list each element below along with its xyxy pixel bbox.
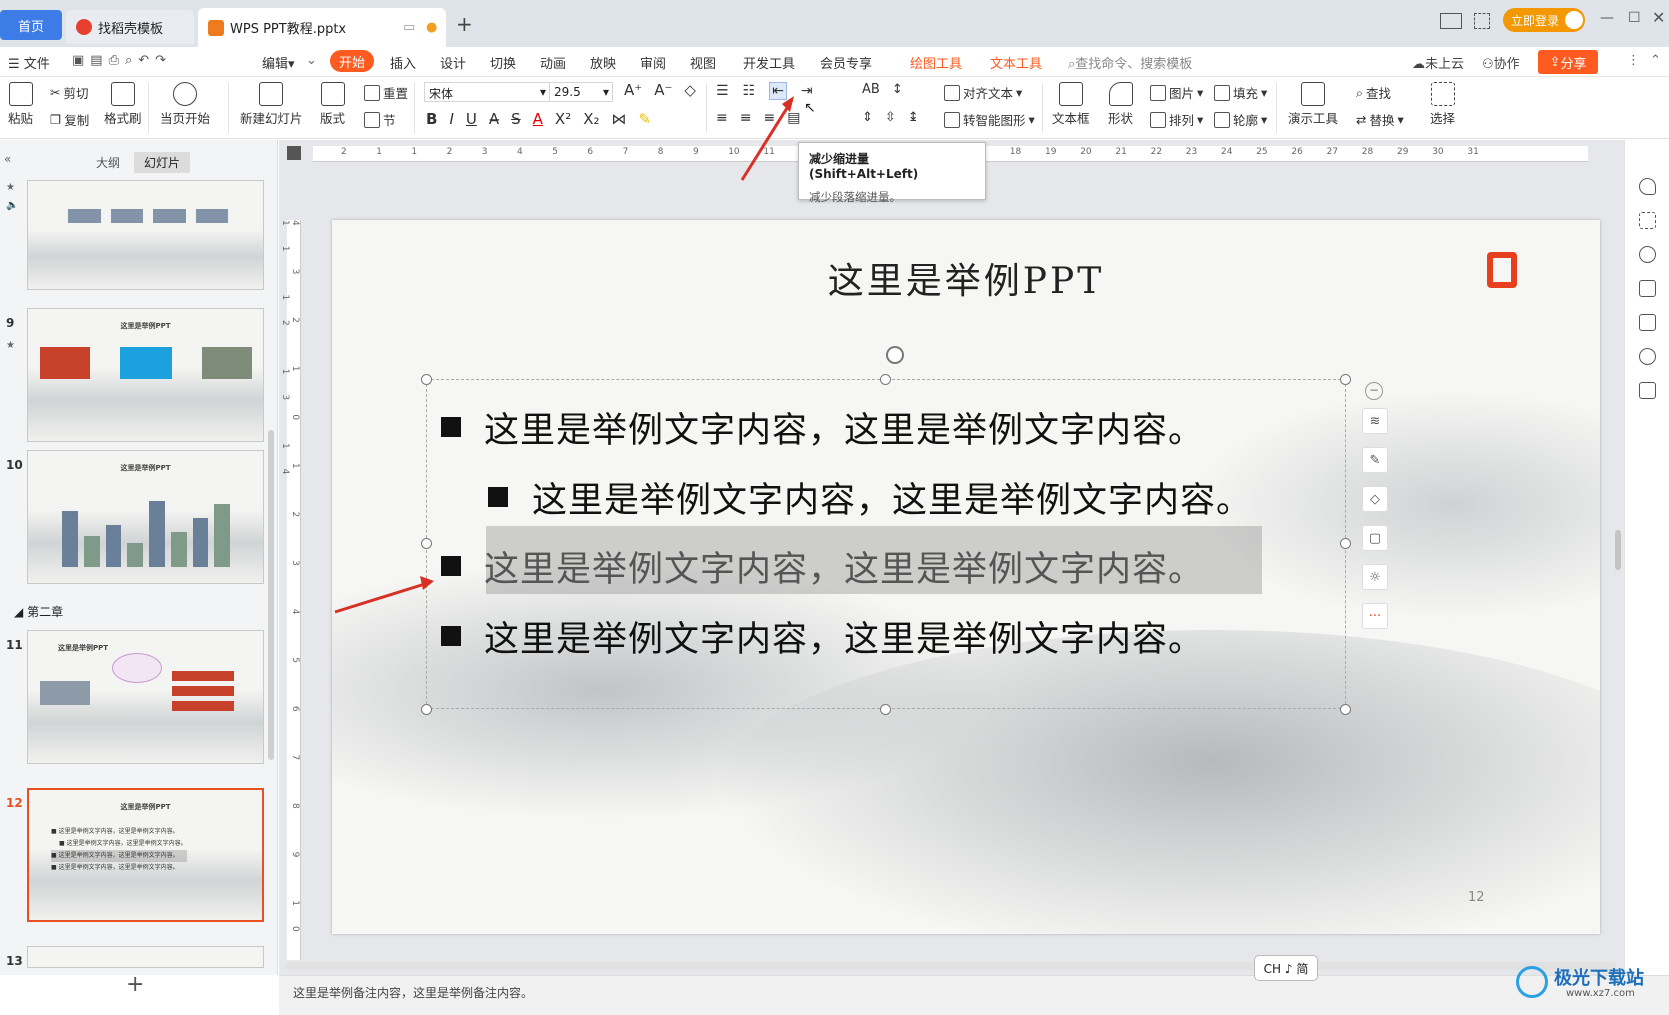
rocket-icon[interactable] — [1639, 178, 1656, 195]
watermark-brand: 极光下载站 — [1554, 968, 1644, 989]
watermark-url: www.xz7.com — [1566, 988, 1635, 999]
tooltip: 减少缩进量 (Shift+Alt+Left) 减少段落缩进量。 — [798, 142, 986, 204]
watermark-logo: 极光下载站 www.xz7.com — [1516, 962, 1656, 1002]
arrow-head — [782, 96, 794, 112]
adjust-icon[interactable] — [1639, 212, 1656, 229]
notes-text[interactable]: 这里是举例备注内容，这里是举例备注内容。 — [293, 984, 533, 1001]
mouse-cursor-icon: ↖ — [804, 100, 816, 116]
book-icon[interactable] — [1639, 382, 1656, 399]
copy-icon[interactable] — [1639, 280, 1656, 297]
star-icon[interactable] — [1639, 246, 1656, 263]
arrow-line — [740, 99, 794, 181]
tooltip-title: 减少缩进量 (Shift+Alt+Left) — [809, 152, 919, 181]
right-sidebar — [1624, 140, 1669, 975]
compass-icon[interactable] — [1639, 348, 1656, 365]
arrow-line — [334, 581, 429, 614]
tooltip-desc: 减少段落缩进量。 — [809, 190, 901, 204]
arrow-head — [420, 576, 434, 590]
notes-bar: 这里是举例备注内容，这里是举例备注内容。 — [279, 975, 1669, 1015]
ime-indicator[interactable]: CH ♪ 简 — [1254, 955, 1318, 981]
image-icon[interactable] — [1639, 314, 1656, 331]
watermark-swirl-icon — [1516, 966, 1548, 998]
horizontal-scrollbar[interactable] — [286, 962, 1616, 970]
